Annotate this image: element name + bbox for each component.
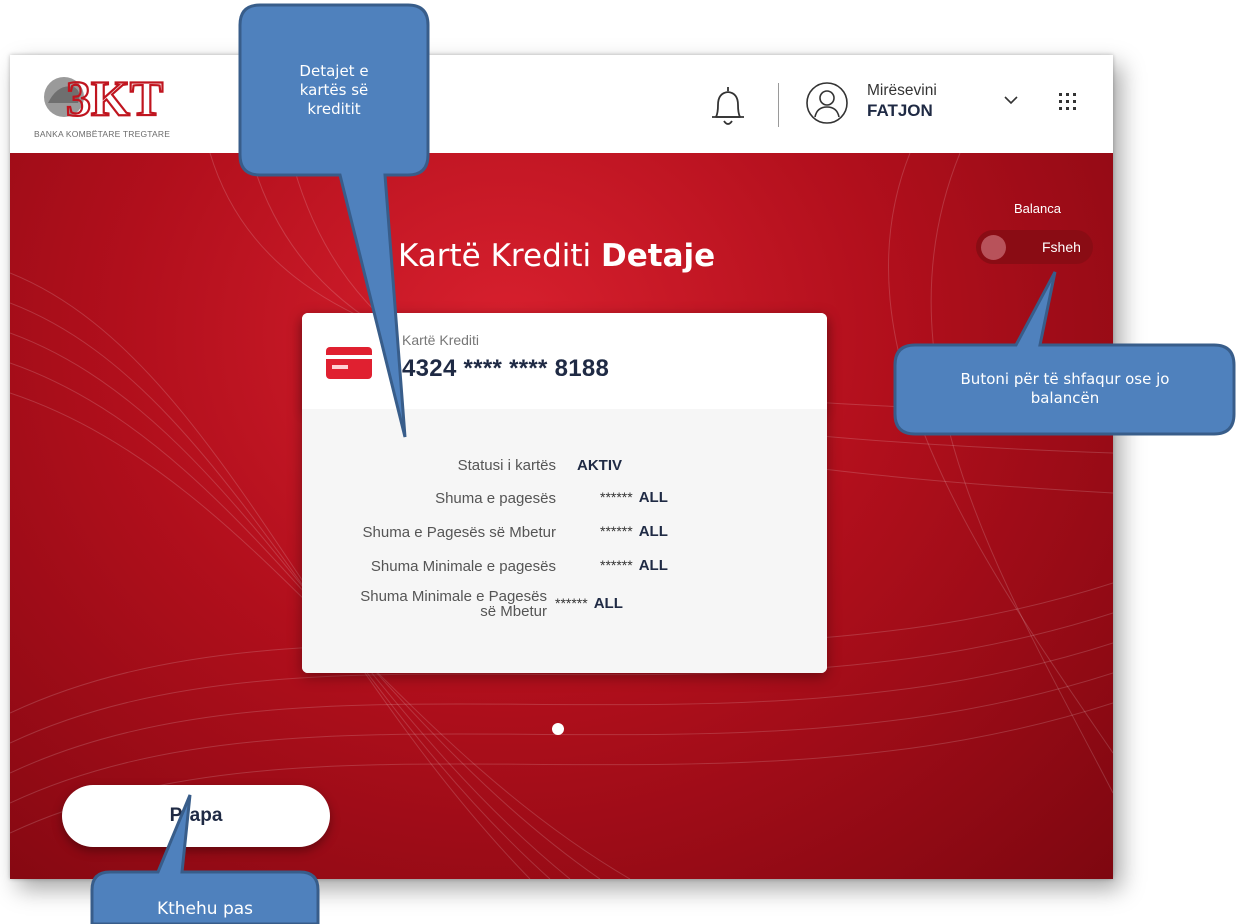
card-type-label: Kartë Krediti bbox=[402, 332, 480, 348]
page-title: Kartë Krediti Detaje bbox=[398, 238, 715, 274]
toggle-state-label: Fsheh bbox=[1042, 239, 1081, 255]
bkt-logo-mark: 3KT bbox=[38, 69, 188, 121]
credit-card-details-panel: Kartë Krediti 4324 **** **** 8188 Status… bbox=[302, 313, 827, 673]
detail-value-remaining-payment: ****** ALL bbox=[600, 523, 668, 540]
card-details-list: Statusi i kartës AKTIV Shuma e pagesës *… bbox=[302, 409, 827, 673]
apps-grid-icon[interactable] bbox=[1057, 91, 1079, 113]
top-bar: 3KT BANKA KOMBËTARE TREGTARE Mirësevini … bbox=[10, 55, 1113, 153]
logo-tagline: BANKA KOMBËTARE TREGTARE bbox=[34, 129, 171, 139]
detail-value-payment-amount: ****** ALL bbox=[600, 489, 668, 506]
carousel-indicator-dot[interactable] bbox=[552, 723, 564, 735]
notifications-bell-icon[interactable] bbox=[706, 83, 750, 131]
user-avatar-icon[interactable] bbox=[805, 81, 849, 125]
greeting-text: Mirësevini bbox=[867, 82, 937, 99]
header-divider bbox=[778, 83, 779, 127]
user-name: FATJON bbox=[867, 101, 933, 120]
app-window: 3KT BANKA KOMBËTARE TREGTARE Mirësevini … bbox=[10, 55, 1113, 879]
content-area: Kartë Krediti Detaje Balanca Fsheh Kartë… bbox=[10, 153, 1113, 879]
balance-toggle-label: Balanca bbox=[1014, 201, 1061, 216]
detail-value-remaining-minimum-payment: ****** ALL bbox=[555, 595, 623, 612]
back-button[interactable]: Prapa bbox=[62, 785, 330, 847]
detail-value-status: AKTIV bbox=[577, 457, 622, 474]
page-title-light: Kartë Krediti bbox=[398, 238, 592, 274]
callout-back-help: Kthehu pas bbox=[156, 899, 254, 919]
svg-text:3KT: 3KT bbox=[66, 70, 163, 121]
detail-label-minimum-payment: Shuma Minimale e pagesës bbox=[370, 558, 556, 575]
page-title-bold: Detaje bbox=[601, 238, 716, 274]
card-header: Kartë Krediti 4324 **** **** 8188 bbox=[302, 313, 827, 409]
detail-label-remaining-payment: Shuma e Pagesës së Mbetur bbox=[362, 524, 556, 541]
toggle-knob[interactable] bbox=[981, 235, 1006, 260]
bkt-logo[interactable]: 3KT BANKA KOMBËTARE TREGTARE bbox=[32, 67, 202, 147]
card-number: 4324 **** **** 8188 bbox=[402, 355, 610, 382]
detail-value-minimum-payment: ****** ALL bbox=[600, 557, 668, 574]
user-greeting: Mirësevini FATJON bbox=[867, 81, 937, 121]
detail-label-payment-amount: Shuma e pagesës bbox=[435, 490, 556, 507]
credit-card-icon bbox=[326, 347, 372, 379]
detail-label-remaining-minimum-payment: Shuma Minimale e Pagesës së Mbetur bbox=[360, 588, 547, 620]
detail-label-status: Statusi i kartës bbox=[457, 457, 556, 474]
chevron-down-icon[interactable] bbox=[1003, 93, 1019, 107]
balance-visibility-toggle[interactable]: Fsheh bbox=[976, 230, 1093, 264]
